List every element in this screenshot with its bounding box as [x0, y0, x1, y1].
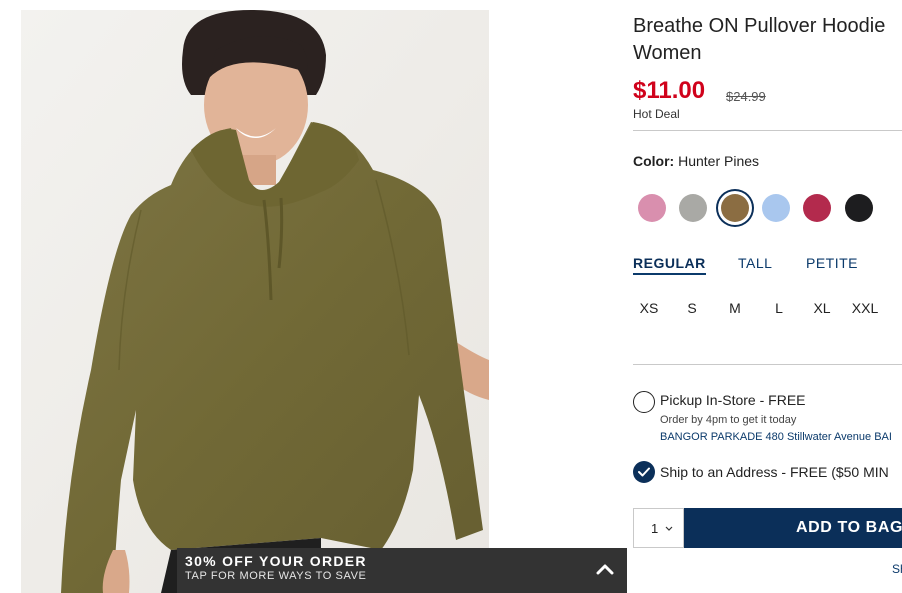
promo-subtitle: TAP FOR MORE WAYS TO SAVE	[185, 570, 367, 582]
pickup-store-link[interactable]: BANGOR PARKADE 480 Stillwater Avenue BAI	[660, 431, 892, 443]
color-swatch-hunter-pines[interactable]	[721, 194, 749, 222]
divider	[633, 130, 902, 131]
color-swatch-berry[interactable]	[803, 194, 831, 222]
product-image[interactable]	[21, 10, 489, 593]
ship-radio[interactable]	[633, 461, 655, 483]
original-price: $24.99	[726, 89, 766, 104]
color-swatch-black[interactable]	[845, 194, 873, 222]
share-link[interactable]: Sh	[892, 562, 902, 576]
hot-deal-badge: Hot Deal	[633, 107, 680, 121]
color-swatch-light-gray[interactable]	[679, 194, 707, 222]
chevron-down-icon	[665, 526, 673, 531]
add-to-bag-button[interactable]: ADD TO BAG	[684, 508, 902, 548]
color-label: Color: Hunter Pines	[633, 153, 759, 169]
tab-regular[interactable]: REGULAR	[633, 255, 706, 275]
size-xl[interactable]: XL	[807, 300, 837, 316]
product-photo-illustration	[21, 10, 489, 593]
promo-title: 30% OFF YOUR ORDER	[185, 553, 367, 569]
product-title-line1: Breathe ON Pullover Hoodie	[633, 15, 886, 37]
color-label-title: Color:	[633, 153, 675, 169]
pickup-label[interactable]: Pickup In-Store - FREE	[660, 392, 806, 408]
size-xxl[interactable]: XXL	[850, 300, 880, 316]
tab-tall[interactable]: TALL	[738, 255, 772, 271]
tab-petite[interactable]: PETITE	[806, 255, 858, 271]
pickup-radio[interactable]	[633, 391, 655, 413]
quantity-value: 1	[651, 521, 659, 536]
size-m[interactable]: M	[720, 300, 750, 316]
color-swatch-pink[interactable]	[638, 194, 666, 222]
product-title: Breathe ON Pullover Hoodie Women	[633, 13, 902, 67]
size-s[interactable]: S	[677, 300, 707, 316]
product-title-line2: Women	[633, 42, 702, 64]
promo-banner[interactable]: 30% OFF YOUR ORDER TAP FOR MORE WAYS TO …	[177, 548, 627, 593]
chevron-up-icon[interactable]	[596, 562, 614, 576]
ship-label[interactable]: Ship to an Address - FREE ($50 MIN	[660, 464, 889, 480]
color-swatch-light-blue[interactable]	[762, 194, 790, 222]
quantity-select[interactable]: 1	[633, 508, 684, 548]
size-xs[interactable]: XS	[634, 300, 664, 316]
selected-color-name: Hunter Pines	[678, 153, 760, 169]
size-l[interactable]: L	[764, 300, 794, 316]
sale-price: $11.00	[633, 77, 706, 104]
checkmark-icon	[638, 467, 650, 477]
divider	[633, 364, 902, 365]
pickup-note: Order by 4pm to get it today	[660, 414, 797, 426]
